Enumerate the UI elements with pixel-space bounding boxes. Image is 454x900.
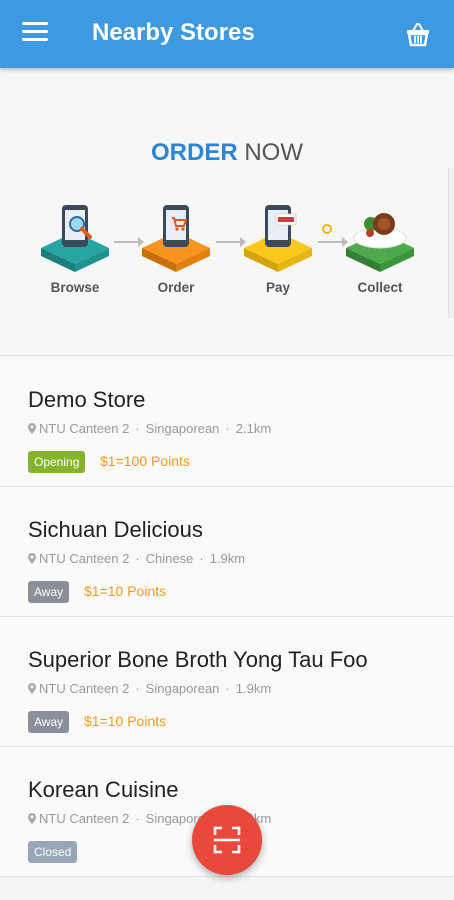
separator: · (199, 551, 204, 566)
hamburger-icon[interactable] (22, 22, 50, 46)
status-badge: Away (28, 711, 70, 733)
store-distance: 2.1km (235, 421, 272, 436)
step-browse: Browse (35, 200, 115, 295)
status-badge: Away (28, 581, 70, 603)
store-meta: NTU Canteen 2 · Singaporean · 1.9km (28, 681, 271, 696)
step-pay: Pay (238, 200, 318, 295)
points-rate: $1=100 Points (100, 453, 190, 469)
store-location: NTU Canteen 2 (39, 811, 130, 826)
browse-icon (41, 205, 109, 272)
location-pin-icon (28, 813, 36, 824)
store-card[interactable]: Sichuan Delicious NTU Canteen 2 · Chinese ·… (0, 487, 454, 617)
location-pin-icon (28, 553, 36, 564)
store-meta: NTU Canteen 2 · Singaporean · 2.1km (28, 421, 271, 436)
store-distance: 1.9km (209, 551, 246, 566)
store-card[interactable]: Superior Bone Broth Yong Tau Foo NTU Can… (0, 617, 454, 747)
page-title: Nearby Stores (92, 19, 255, 46)
order-now-heading: ORDER NOW (151, 139, 303, 166)
separator: · (225, 421, 230, 436)
order-icon (142, 205, 210, 272)
store-location: NTU Canteen 2 (39, 421, 130, 436)
store-cuisine: Chinese (145, 551, 194, 566)
store-location: NTU Canteen 2 (39, 681, 130, 696)
store-meta: NTU Canteen 2 · Chinese · 1.9km (28, 551, 245, 566)
step-label-browse: Browse (50, 280, 100, 295)
step-label-order: Order (157, 280, 195, 295)
location-pin-icon (28, 683, 36, 694)
separator: · (225, 681, 230, 696)
status-badge: Closed (28, 841, 78, 863)
pay-icon (244, 205, 312, 272)
scan-button[interactable] (192, 805, 262, 875)
step-order: Order (136, 200, 216, 295)
points-rate: $1=10 Points (84, 583, 167, 599)
store-card[interactable]: Demo Store NTU Canteen 2 · Singaporean · 2.1… (0, 357, 454, 487)
store-name: Korean Cuisine (28, 777, 179, 802)
scrollbar[interactable] (448, 168, 454, 318)
collect-icon (346, 213, 414, 272)
separator: · (135, 551, 140, 566)
step-label-pay: Pay (265, 280, 291, 295)
basket-icon[interactable] (404, 20, 432, 48)
separator: · (135, 421, 140, 436)
separator: · (135, 811, 140, 826)
store-name: Demo Store (28, 387, 146, 412)
store-cuisine: Singaporean (145, 681, 220, 696)
store-distance: 1.9km (235, 681, 272, 696)
store-name: Sichuan Delicious (28, 517, 203, 542)
step-label-collect: Collect (357, 280, 403, 295)
app-bar: Nearby Stores (0, 0, 454, 68)
store-location: NTU Canteen 2 (39, 551, 130, 566)
status-badge: Opening (28, 451, 86, 473)
location-pin-icon (28, 423, 36, 434)
separator: · (135, 681, 140, 696)
scan-icon (213, 826, 241, 854)
step-collect: Collect (340, 200, 420, 295)
points-rate: $1=10 Points (84, 713, 167, 729)
coin-icon (322, 224, 332, 234)
store-cuisine: Singaporean (145, 421, 220, 436)
store-name: Superior Bone Broth Yong Tau Foo (28, 647, 368, 672)
